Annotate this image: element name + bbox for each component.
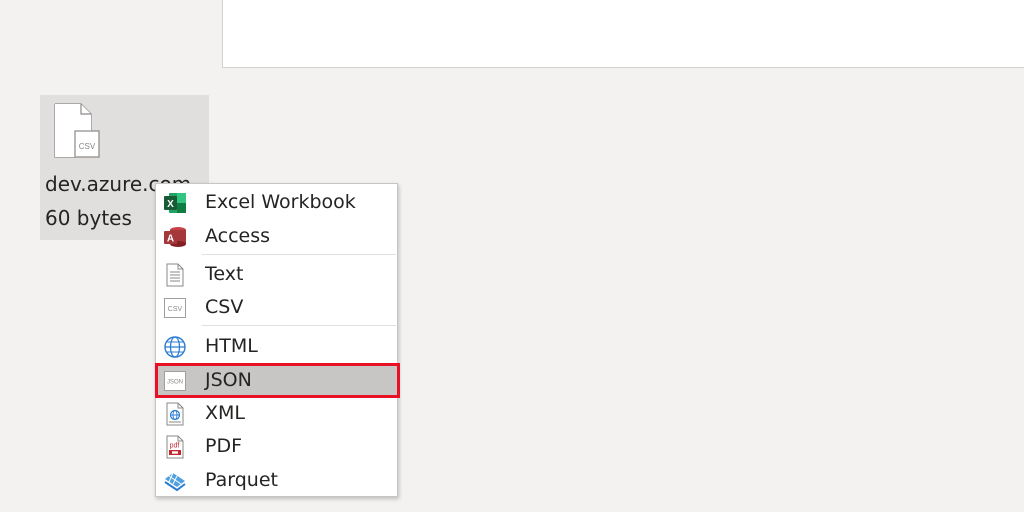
access-icon: A [164, 227, 186, 247]
menu-item-label: JSON [205, 369, 252, 391]
xml-icon [166, 402, 184, 426]
menu-item-label: PDF [205, 435, 243, 457]
pdf-icon: pdf [166, 435, 184, 459]
menu-item-label: CSV [205, 296, 244, 318]
menu-item-text[interactable]: Text [156, 258, 397, 291]
menu-item-html[interactable]: HTML [156, 330, 397, 363]
menu-separator [202, 254, 396, 255]
menu-item-parquet[interactable]: Parquet [156, 464, 397, 497]
menu-item-xml[interactable]: XML [156, 397, 397, 430]
parquet-icon [164, 472, 186, 492]
csv-icon-text: CSV [168, 306, 183, 313]
menu-item-excel-workbook[interactable]: X Excel Workbook [156, 186, 397, 219]
menu-item-pdf[interactable]: pdf PDF [156, 430, 397, 463]
menu-item-label: Excel Workbook [205, 191, 356, 213]
file-size: 60 bytes [45, 206, 132, 230]
menu-separator [202, 325, 396, 326]
text-file-icon [166, 263, 184, 287]
json-icon-text: JSON [167, 380, 183, 386]
menu-item-label: HTML [205, 335, 258, 357]
csv-file-icon: CSV [54, 103, 100, 158]
menu-item-access[interactable]: A Access [156, 220, 397, 253]
menu-item-csv[interactable]: CSV CSV [156, 291, 397, 324]
menu-item-label: Text [205, 263, 244, 285]
menu-item-label: XML [205, 402, 245, 424]
svg-text:X: X [167, 199, 174, 210]
menu-item-label: Access [205, 225, 271, 247]
menu-item-json[interactable]: JSON JSON [156, 364, 397, 397]
menu-item-label: Parquet [205, 469, 278, 491]
save-as-menu: X Excel Workbook A Access Text CSV CSV H… [155, 183, 398, 497]
svg-text:A: A [167, 234, 174, 245]
csv-icon: CSV [164, 298, 186, 318]
content-panel [222, 0, 1024, 68]
globe-icon [164, 336, 186, 358]
excel-icon: X [164, 193, 186, 213]
json-icon: JSON [164, 371, 186, 391]
pdf-icon-text: pdf [170, 443, 180, 450]
csv-file-icon-text: CSV [79, 142, 96, 151]
